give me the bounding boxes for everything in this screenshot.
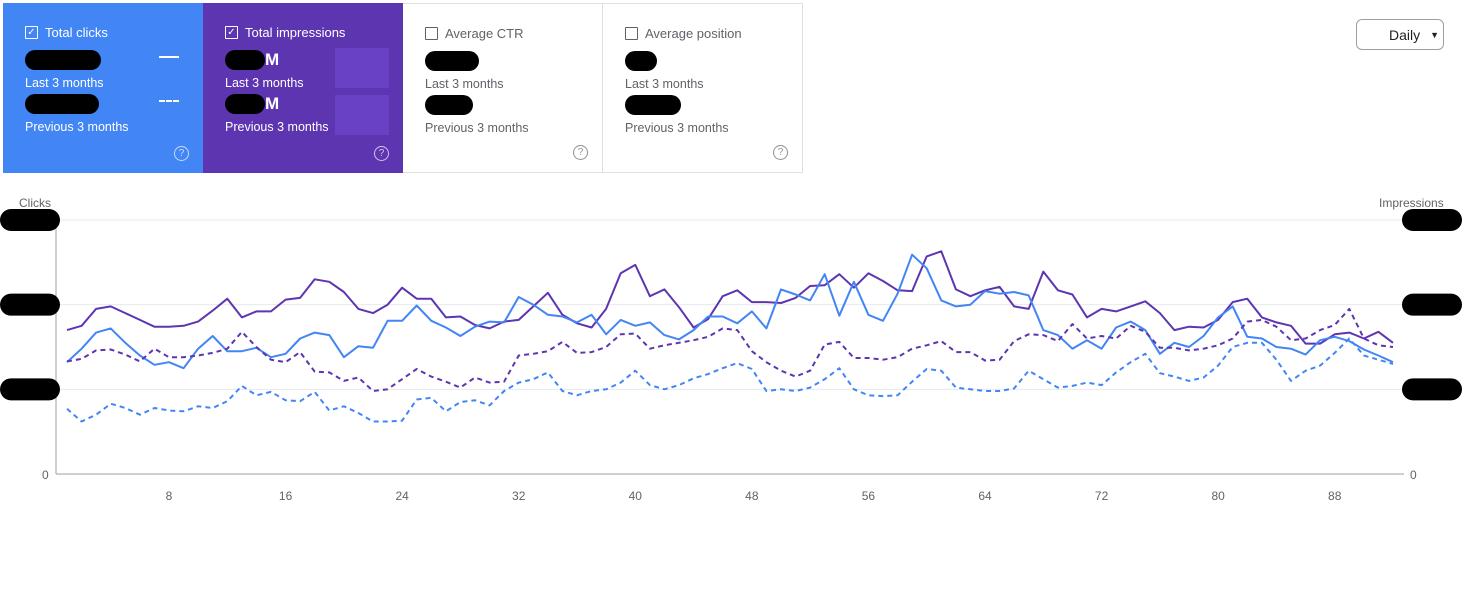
redacted-value (225, 94, 265, 114)
redacted-y-tick (0, 209, 60, 231)
metric-card-average-ctr[interactable]: Average CTR Last 3 months Previous 3 mon… (403, 3, 603, 173)
value-previous (425, 95, 602, 117)
gridlines (55, 219, 1404, 475)
value-previous (25, 94, 203, 116)
card-header: ✓ Total impressions (225, 25, 403, 40)
series-lines (66, 250, 1394, 423)
legend-swatch (335, 95, 389, 135)
help-icon[interactable]: ? (573, 145, 588, 160)
x-tick-label: 32 (512, 489, 526, 503)
help-icon[interactable]: ? (174, 146, 189, 161)
x-tick-labels: 8 16 24 32 40 48 56 64 72 80 88 (166, 489, 1342, 503)
x-tick-label: 56 (862, 489, 876, 503)
x-tick-label: 88 (1328, 489, 1342, 503)
x-tick-label: 8 (166, 489, 173, 503)
card-label: Total impressions (245, 25, 346, 40)
redacted-value (25, 94, 99, 114)
card-header: Average position (625, 26, 802, 41)
redacted-y-tick (0, 378, 60, 401)
value-suffix: M (265, 94, 280, 113)
redacted-value (25, 50, 101, 70)
checkbox-checked-icon[interactable]: ✓ (225, 26, 238, 39)
redacted-y-tick (0, 293, 60, 316)
performance-chart: 8 16 24 32 40 48 56 64 72 80 88 0 0 (0, 209, 1462, 503)
period-current: Last 3 months (625, 77, 704, 91)
redacted-value (625, 95, 681, 115)
x-tick-label: 72 (1095, 489, 1109, 503)
help-icon[interactable]: ? (773, 145, 788, 160)
y-tick-left-0: 0 (42, 468, 49, 482)
x-tick-label: 40 (629, 489, 643, 503)
series-line-3 (66, 337, 1394, 423)
card-header: ✓ Total clicks (25, 25, 203, 40)
x-tick-label: 64 (978, 489, 992, 503)
legend-swatch (335, 48, 389, 88)
help-icon[interactable]: ? (374, 146, 389, 161)
redacted-value (625, 51, 657, 71)
metric-card-total-impressions[interactable]: ✓ Total impressions M Last 3 months M Pr… (203, 3, 403, 173)
checkbox-unchecked-icon[interactable] (625, 27, 638, 40)
card-header: Average CTR (425, 26, 602, 41)
metric-card-total-clicks[interactable]: ✓ Total clicks Last 3 months Previous 3 … (3, 3, 203, 173)
x-tick-label: 80 (1211, 489, 1225, 503)
granularity-label: Daily (1389, 26, 1421, 43)
period-current: Last 3 months (425, 77, 504, 91)
granularity-dropdown[interactable]: Daily ▼ (1356, 19, 1444, 50)
metric-cards: ✓ Total clicks Last 3 months Previous 3 … (3, 3, 803, 173)
y-tick-right-0: 0 (1410, 468, 1417, 482)
series-line-2 (66, 307, 1394, 392)
x-tick-label: 24 (395, 489, 409, 503)
redacted-value (425, 95, 473, 115)
redacted-value (425, 51, 479, 71)
solid-line-legend-icon (159, 56, 179, 58)
redacted-y-tick (1402, 209, 1462, 231)
checkbox-unchecked-icon[interactable] (425, 27, 438, 40)
dashed-line-legend-icon (159, 100, 179, 102)
redacted-value (225, 50, 265, 70)
redacted-y-tick (1402, 293, 1462, 316)
value-current (425, 51, 602, 73)
x-tick-label: 48 (745, 489, 759, 503)
period-previous: Previous 3 months (25, 120, 129, 134)
x-tick-label: 16 (279, 489, 293, 503)
period-current: Last 3 months (25, 76, 104, 90)
card-label: Average position (645, 26, 742, 41)
value-current (25, 50, 203, 72)
card-label: Average CTR (445, 26, 524, 41)
value-previous (625, 95, 802, 117)
redacted-y-tick (1402, 378, 1462, 401)
card-label: Total clicks (45, 25, 108, 40)
caret-down-icon: ▼ (1430, 29, 1440, 40)
metric-card-average-position[interactable]: Average position Last 3 months Previous … (603, 3, 803, 173)
period-previous: Previous 3 months (625, 121, 729, 135)
checkbox-checked-icon[interactable]: ✓ (25, 26, 38, 39)
period-previous: Previous 3 months (425, 121, 529, 135)
value-current (625, 51, 802, 73)
value-suffix: M (265, 50, 280, 69)
